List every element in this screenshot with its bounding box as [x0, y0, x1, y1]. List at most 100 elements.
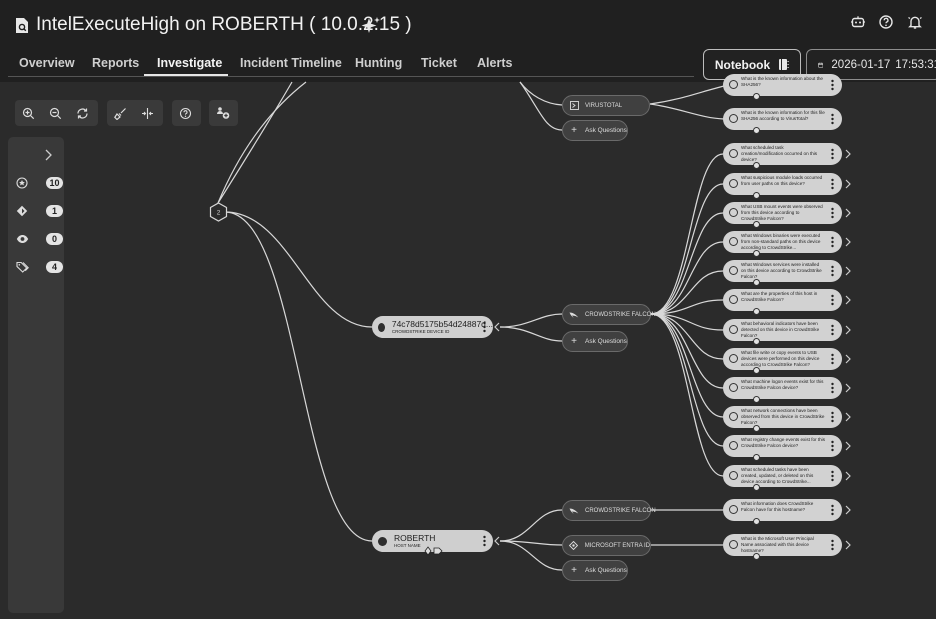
- question-node[interactable]: What are the properties of this host in …: [723, 289, 842, 315]
- chevron-right-icon[interactable]: [845, 325, 851, 335]
- ask-questions-button[interactable]: + Ask Questions: [562, 560, 628, 581]
- kebab-menu-icon[interactable]: [831, 324, 834, 336]
- question-icon: [729, 179, 738, 188]
- chevron-right-icon[interactable]: [845, 383, 851, 393]
- kebab-menu-icon[interactable]: [831, 353, 834, 365]
- help-icon[interactable]: [172, 100, 199, 126]
- question-icon: [729, 540, 738, 549]
- chevron-right-icon[interactable]: [45, 149, 52, 161]
- broom-icon[interactable]: [107, 100, 134, 126]
- kebab-menu-icon[interactable]: [483, 321, 486, 333]
- question-node[interactable]: What registry change events exist for th…: [723, 435, 842, 461]
- question-text: What file write or copy events to USB de…: [741, 350, 820, 367]
- chevron-right-icon[interactable]: [845, 179, 851, 189]
- question-icon: [729, 441, 738, 450]
- ask-label: Ask Questions: [585, 127, 627, 134]
- chevron-right-icon[interactable]: [845, 505, 851, 515]
- kebab-menu-icon[interactable]: [831, 148, 834, 160]
- kebab-menu-icon[interactable]: [831, 504, 834, 516]
- kebab-menu-icon[interactable]: [831, 178, 834, 190]
- question-icon: [729, 208, 738, 217]
- kebab-menu-icon[interactable]: [831, 113, 834, 125]
- chevron-right-icon[interactable]: [845, 237, 851, 247]
- side-row-tags[interactable]: 4: [16, 259, 64, 275]
- kebab-menu-icon[interactable]: [831, 294, 834, 306]
- question-text: What is the known information for this f…: [741, 110, 825, 121]
- question-node[interactable]: What behavioral indicators have been det…: [723, 319, 842, 345]
- question-node[interactable]: What information does CrowdStrike Falcon…: [723, 499, 842, 525]
- question-badge-icon: [753, 192, 760, 199]
- entity-name: 74c78d5175b54d24887d...: [391, 319, 493, 329]
- chevron-right-icon[interactable]: [845, 540, 851, 550]
- question-icon: [729, 266, 738, 275]
- question-node[interactable]: What scheduled task creation/modificatio…: [723, 143, 842, 169]
- question-node[interactable]: What is the known information for this f…: [723, 108, 842, 134]
- question-node[interactable]: What USB mount events were observed from…: [723, 202, 842, 228]
- question-badge-icon: [753, 221, 760, 228]
- chevron-left-icon[interactable]: [494, 536, 500, 546]
- side-row-eye[interactable]: 0: [16, 231, 64, 247]
- source-crowdstrike-falcon[interactable]: CROWDSTRIKE FALCON: [562, 500, 656, 521]
- question-icon: [729, 383, 738, 392]
- question-text: What USB mount events were observed from…: [741, 204, 823, 221]
- add-user-icon[interactable]: [209, 100, 236, 126]
- source-crowdstrike-falcon[interactable]: CROWDSTRIKE FALCON: [562, 304, 656, 325]
- question-text: What registry change events exist for th…: [741, 437, 825, 448]
- zoom-out-icon[interactable]: [42, 100, 69, 126]
- chevron-left-icon[interactable]: [494, 322, 500, 332]
- entra-icon: [569, 541, 579, 551]
- source-microsoft-entra-id[interactable]: MICROSOFT ENTRA ID: [562, 535, 651, 556]
- zoom-in-icon[interactable]: [15, 100, 42, 126]
- chevron-right-icon[interactable]: [845, 354, 851, 364]
- question-node[interactable]: What file write or copy events to USB de…: [723, 348, 842, 374]
- chevron-right-icon[interactable]: [845, 471, 851, 481]
- question-node[interactable]: What machine logon events exist for this…: [723, 377, 842, 403]
- chevron-right-icon[interactable]: [845, 208, 851, 218]
- question-node[interactable]: What is the Microsoft User Principal Nam…: [723, 534, 842, 560]
- ask-questions-button[interactable]: + Ask Questions: [562, 120, 628, 141]
- question-node[interactable]: What is the known information about the …: [723, 74, 842, 100]
- ask-questions-button[interactable]: + Ask Questions: [562, 331, 628, 352]
- kebab-menu-icon[interactable]: [831, 382, 834, 394]
- question-badge-icon: [753, 425, 760, 432]
- question-text: What information does CrowdStrike Falcon…: [741, 501, 814, 512]
- chevron-right-icon[interactable]: [845, 441, 851, 451]
- kebab-menu-icon[interactable]: [831, 79, 834, 91]
- question-node[interactable]: What Windows binaries were executed from…: [723, 231, 842, 257]
- kebab-menu-icon[interactable]: [831, 207, 834, 219]
- hexagon-icon[interactable]: 2: [209, 202, 228, 222]
- kebab-menu-icon[interactable]: [831, 470, 834, 482]
- chevron-right-icon[interactable]: [845, 149, 851, 159]
- chevron-right-icon[interactable]: [845, 266, 851, 276]
- refresh-icon[interactable]: [69, 100, 96, 126]
- question-node[interactable]: What scheduled tasks have been created, …: [723, 465, 842, 491]
- source-virustotal[interactable]: VIRUSTOTAL: [562, 95, 650, 116]
- question-node[interactable]: What network connections have been obser…: [723, 406, 842, 432]
- hub-count: 2: [217, 210, 221, 217]
- plus-icon: +: [571, 564, 577, 576]
- source-label: CROWDSTRIKE FALCON: [585, 311, 656, 318]
- question-node[interactable]: What suspicious module loads occurred fr…: [723, 173, 842, 199]
- entity-device-id[interactable]: 74c78d5175b54d24887d... CROWDSTRIKE DEVI…: [372, 316, 493, 338]
- chevron-right-icon[interactable]: [845, 295, 851, 305]
- kebab-menu-icon[interactable]: [831, 265, 834, 277]
- question-icon: [729, 295, 738, 304]
- kebab-menu-icon[interactable]: [483, 535, 486, 547]
- kebab-menu-icon[interactable]: [831, 539, 834, 551]
- side-row-diamond[interactable]: 1: [16, 203, 64, 219]
- kebab-menu-icon[interactable]: [831, 411, 834, 423]
- question-icon: [729, 412, 738, 421]
- chevron-right-icon[interactable]: [845, 412, 851, 422]
- question-badge-icon: [753, 162, 760, 169]
- kebab-menu-icon[interactable]: [831, 236, 834, 248]
- collapse-icon[interactable]: [134, 100, 161, 126]
- question-icon: [729, 237, 738, 246]
- question-icon: [729, 80, 738, 89]
- side-row-star[interactable]: 10: [16, 175, 64, 191]
- question-text: What are the properties of this host in …: [741, 291, 818, 302]
- star-badge-icon: [16, 177, 28, 189]
- plus-icon: +: [571, 335, 577, 347]
- kebab-menu-icon[interactable]: [831, 440, 834, 452]
- question-node[interactable]: What Windows services were installed on …: [723, 260, 842, 286]
- entity-icon: [378, 536, 387, 546]
